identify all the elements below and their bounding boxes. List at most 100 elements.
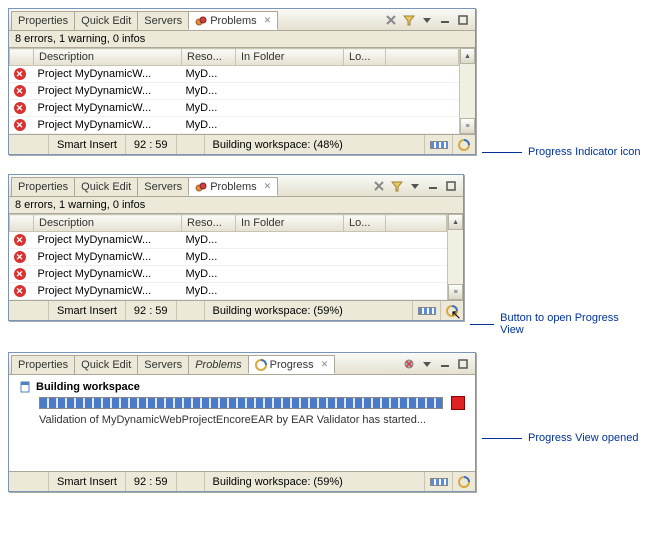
table-header-row: Description Reso... In Folder Lo... xyxy=(10,215,447,232)
tab-label: Properties xyxy=(18,15,68,27)
tab-properties[interactable]: Properties xyxy=(11,355,75,374)
tab-bar: Properties Quick Edit Servers Problems ✕ xyxy=(9,175,463,197)
clear-all-icon[interactable] xyxy=(403,358,415,370)
tab-bar: Properties Quick Edit Servers Problems ✕ xyxy=(9,9,475,31)
tab-quick-edit[interactable]: Quick Edit xyxy=(74,11,138,30)
tab-label: Problems xyxy=(210,15,256,27)
table-row[interactable]: ✕Project MyDynamicW...MyD... xyxy=(10,100,459,117)
maximize-icon[interactable] xyxy=(457,14,469,26)
minimize-icon[interactable] xyxy=(439,358,451,370)
view-menu-icon[interactable] xyxy=(409,180,421,192)
tab-label: Problems xyxy=(210,181,256,193)
tab-label: Problems xyxy=(195,359,241,371)
tab-label: Servers xyxy=(144,359,182,371)
progress-job-title: Building workspace xyxy=(36,381,140,393)
progress-icon xyxy=(458,139,470,151)
error-icon: ✕ xyxy=(14,268,26,280)
error-icon: ✕ xyxy=(14,251,26,263)
progress-job-detail: Validation of MyDynamicWebProjectEncoreE… xyxy=(39,414,465,426)
progress-bar xyxy=(39,397,443,409)
status-bar: Smart Insert 92 : 59 Building workspace:… xyxy=(9,300,463,320)
scroll-thumb[interactable]: ≡ xyxy=(460,118,475,134)
table-row[interactable]: ✕Project MyDynamicW...MyD... xyxy=(10,266,447,283)
tab-servers[interactable]: Servers xyxy=(137,177,189,196)
col-location[interactable]: Lo... xyxy=(344,215,386,232)
problems-view-panel: Properties Quick Edit Servers Problems ✕ xyxy=(8,8,476,155)
tab-properties[interactable]: Properties xyxy=(11,11,75,30)
progress-indicator xyxy=(413,301,441,320)
table-row[interactable]: ✕Project MyDynamicW...MyD... xyxy=(10,283,447,300)
table-row[interactable]: ✕Project MyDynamicW...MyD... xyxy=(10,66,459,83)
status-cursor-position: 92 : 59 xyxy=(126,135,177,154)
tab-problems[interactable]: Problems ✕ xyxy=(188,177,278,196)
tab-properties[interactable]: Properties xyxy=(11,177,75,196)
callout-label: Progress Indicator icon xyxy=(528,146,641,158)
tab-label: Properties xyxy=(18,181,68,193)
col-description[interactable]: Description xyxy=(34,49,182,66)
status-bar: Smart Insert 92 : 59 Building workspace:… xyxy=(9,134,475,154)
tab-progress[interactable]: Progress ✕ xyxy=(248,355,336,374)
open-progress-view-button[interactable] xyxy=(453,472,475,491)
progress-view-panel: Properties Quick Edit Servers Problems P… xyxy=(8,352,476,492)
progress-icon xyxy=(458,476,470,488)
col-resource[interactable]: Reso... xyxy=(182,49,236,66)
problems-icon xyxy=(195,181,207,193)
minimize-icon[interactable] xyxy=(439,14,451,26)
vertical-scrollbar[interactable]: ▲ ≡ xyxy=(447,214,463,300)
filter-icon[interactable] xyxy=(391,180,403,192)
tab-quick-edit[interactable]: Quick Edit xyxy=(74,355,138,374)
open-progress-view-button[interactable]: ↖ xyxy=(441,301,463,320)
table-row[interactable]: ✕Project MyDynamicW...MyD... xyxy=(10,117,459,134)
col-resource[interactable]: Reso... xyxy=(182,215,236,232)
table-row[interactable]: ✕Project MyDynamicW...MyD... xyxy=(10,232,447,249)
error-icon: ✕ xyxy=(14,102,26,114)
close-icon[interactable]: ✕ xyxy=(321,359,329,370)
status-bar: Smart Insert 92 : 59 Building workspace:… xyxy=(9,471,475,491)
callout-label: Progress View opened xyxy=(528,432,638,444)
tab-quick-edit[interactable]: Quick Edit xyxy=(74,177,138,196)
tab-label: Quick Edit xyxy=(81,181,131,193)
scroll-thumb[interactable]: ≡ xyxy=(448,284,463,300)
tab-label: Servers xyxy=(144,181,182,193)
tab-problems[interactable]: Problems xyxy=(188,355,248,374)
col-location[interactable]: Lo... xyxy=(344,49,386,66)
maximize-icon[interactable] xyxy=(445,180,457,192)
tab-servers[interactable]: Servers xyxy=(137,11,189,30)
scroll-up-icon[interactable]: ▲ xyxy=(448,214,463,230)
maximize-icon[interactable] xyxy=(457,358,469,370)
col-folder[interactable]: In Folder xyxy=(236,49,344,66)
status-message: Building workspace: (48%) xyxy=(205,135,425,154)
tab-servers[interactable]: Servers xyxy=(137,355,189,374)
error-icon: ✕ xyxy=(14,85,26,97)
status-insert-mode: Smart Insert xyxy=(49,135,126,154)
minimize-icon[interactable] xyxy=(427,180,439,192)
problems-icon xyxy=(195,15,207,27)
progress-indicator xyxy=(425,472,453,491)
close-icon[interactable]: ✕ xyxy=(264,181,272,192)
filter-icon[interactable] xyxy=(403,14,415,26)
tab-label: Progress xyxy=(270,359,314,371)
tab-label: Servers xyxy=(144,15,182,27)
tab-problems[interactable]: Problems ✕ xyxy=(188,11,278,30)
table-row[interactable]: ✕Project MyDynamicW...MyD... xyxy=(10,249,447,266)
view-menu-icon[interactable] xyxy=(421,14,433,26)
table-row[interactable]: ✕Project MyDynamicW...MyD... xyxy=(10,83,459,100)
status-message: Building workspace: (59%) xyxy=(205,472,425,491)
close-icon[interactable]: ✕ xyxy=(264,15,272,26)
tab-label: Quick Edit xyxy=(81,359,131,371)
status-cursor-position: 92 : 59 xyxy=(126,472,177,491)
col-folder[interactable]: In Folder xyxy=(236,215,344,232)
problems-summary: 8 errors, 1 warning, 0 infos xyxy=(9,31,475,48)
progress-icon xyxy=(255,359,267,371)
stop-button[interactable] xyxy=(451,396,465,410)
remove-icon[interactable] xyxy=(385,14,397,26)
progress-body: Building workspace Validation of MyDynam… xyxy=(9,375,475,471)
open-progress-view-button[interactable] xyxy=(453,135,475,154)
view-menu-icon[interactable] xyxy=(421,358,433,370)
col-description[interactable]: Description xyxy=(34,215,182,232)
error-icon: ✕ xyxy=(14,68,26,80)
scroll-up-icon[interactable]: ▲ xyxy=(460,48,475,64)
remove-icon[interactable] xyxy=(373,180,385,192)
vertical-scrollbar[interactable]: ▲ ≡ xyxy=(459,48,475,134)
error-icon: ✕ xyxy=(14,234,26,246)
